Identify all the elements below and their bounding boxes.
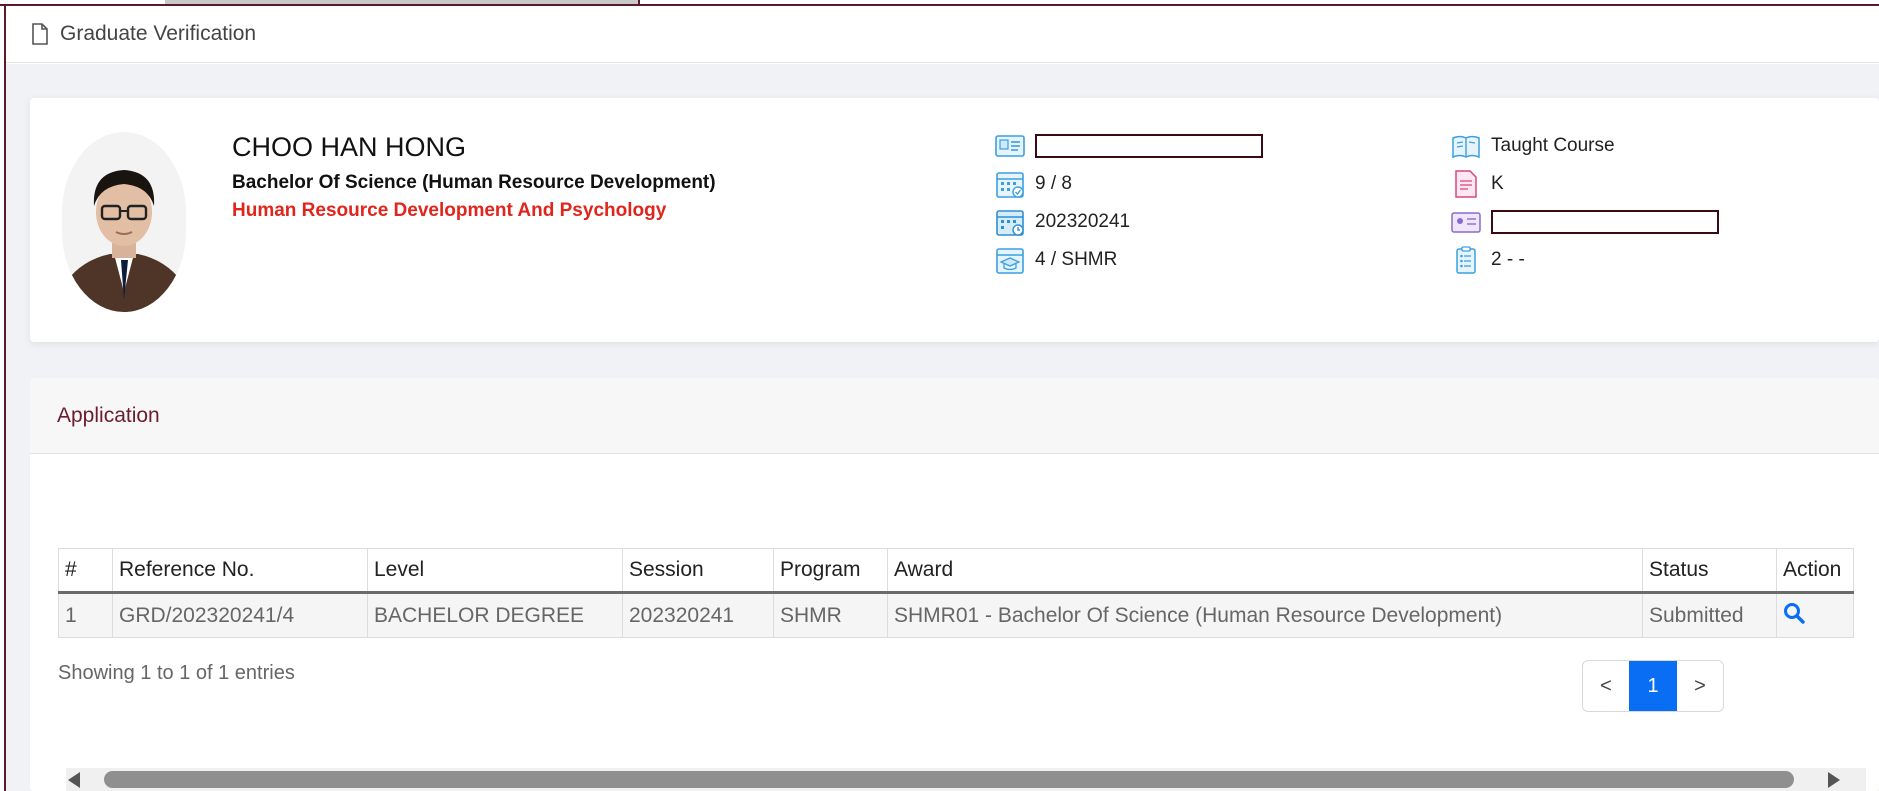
table-row: 1 GRD/202320241/4 BACHELOR DEGREE 202320…	[58, 592, 1854, 638]
search-icon[interactable]	[1783, 602, 1805, 624]
scrollbar-thumb[interactable]	[104, 771, 1794, 788]
info-grade: K	[1449, 168, 1504, 200]
info-session: 202320241	[993, 206, 1130, 238]
session-value: 202320241	[1035, 211, 1131, 232]
id-badge-icon	[1451, 212, 1481, 233]
course-type-value: Taught Course	[1491, 135, 1615, 156]
scroll-right-icon[interactable]	[1828, 772, 1840, 788]
redacted-field	[1491, 210, 1719, 234]
horizontal-scrollbar[interactable]	[66, 768, 1866, 791]
col-award[interactable]: Award	[887, 548, 1643, 594]
intake-value: 9 / 8	[1035, 173, 1072, 194]
cell-award: SHMR01 - Bachelor Of Science (Human Reso…	[887, 592, 1643, 638]
cell-session: 202320241	[622, 592, 774, 638]
application-card: Application # Reference No. Level Sessio…	[30, 378, 1879, 791]
profile-card: CHOO HAN HONG Bachelor Of Science (Human…	[30, 98, 1879, 342]
info-intake: 9 / 8	[993, 168, 1072, 200]
redacted-field	[1035, 134, 1263, 158]
cell-action	[1776, 592, 1854, 638]
col-reference[interactable]: Reference No.	[112, 548, 368, 594]
pagination-prev-button[interactable]: <	[1583, 661, 1629, 711]
major: Human Resource Development And Psycholog…	[232, 200, 667, 221]
degree-program: Bachelor Of Science (Human Resource Deve…	[232, 172, 716, 193]
application-title: Application	[57, 403, 160, 427]
application-header: Application	[30, 378, 1879, 454]
table-header-row: # Reference No. Level Session Program Aw…	[58, 548, 1854, 594]
col-level[interactable]: Level	[367, 548, 623, 594]
application-table: # Reference No. Level Session Program Aw…	[58, 548, 1854, 638]
entries-info: Showing 1 to 1 of 1 entries	[58, 662, 295, 684]
calendar-check-icon	[996, 172, 1024, 198]
grade-value: K	[1491, 173, 1504, 194]
semester-program-value: 4 / SHMR	[1035, 249, 1118, 270]
cell-level: BACHELOR DEGREE	[367, 592, 623, 638]
clipboard-list-icon	[1456, 246, 1476, 274]
status-code-value: 2 - -	[1491, 249, 1525, 270]
info-course-type: Taught Course	[1449, 130, 1615, 162]
info-semester-program: 4 / SHMR	[993, 244, 1117, 276]
book-icon	[1452, 135, 1480, 159]
cell-status: Submitted	[1642, 592, 1777, 638]
document-icon	[32, 23, 48, 45]
scroll-left-icon[interactable]	[68, 772, 80, 788]
page-title: Graduate Verification	[60, 22, 257, 45]
pagination: < 1 >	[1582, 660, 1724, 712]
info-status-code: 2 - -	[1449, 244, 1525, 276]
pagination-next-button[interactable]: >	[1677, 661, 1723, 711]
pagination-page-button[interactable]: 1	[1629, 661, 1677, 711]
cell-program: SHMR	[773, 592, 888, 638]
avatar	[62, 132, 186, 312]
page-header: Graduate Verification	[6, 6, 1879, 63]
calendar-clock-icon	[996, 210, 1024, 236]
cell-reference: GRD/202320241/4	[112, 592, 368, 638]
document-icon	[1455, 170, 1477, 198]
info-redacted	[1449, 206, 1719, 238]
cell-number: 1	[58, 592, 113, 638]
id-card-icon	[995, 135, 1025, 157]
col-number[interactable]: #	[58, 548, 113, 594]
graduation-cap-icon	[996, 248, 1024, 274]
col-program[interactable]: Program	[773, 548, 888, 594]
info-student-id	[993, 130, 1263, 162]
col-action: Action	[1776, 548, 1854, 594]
student-name: CHOO HAN HONG	[232, 132, 467, 162]
col-status[interactable]: Status	[1642, 548, 1777, 594]
col-session[interactable]: Session	[622, 548, 774, 594]
